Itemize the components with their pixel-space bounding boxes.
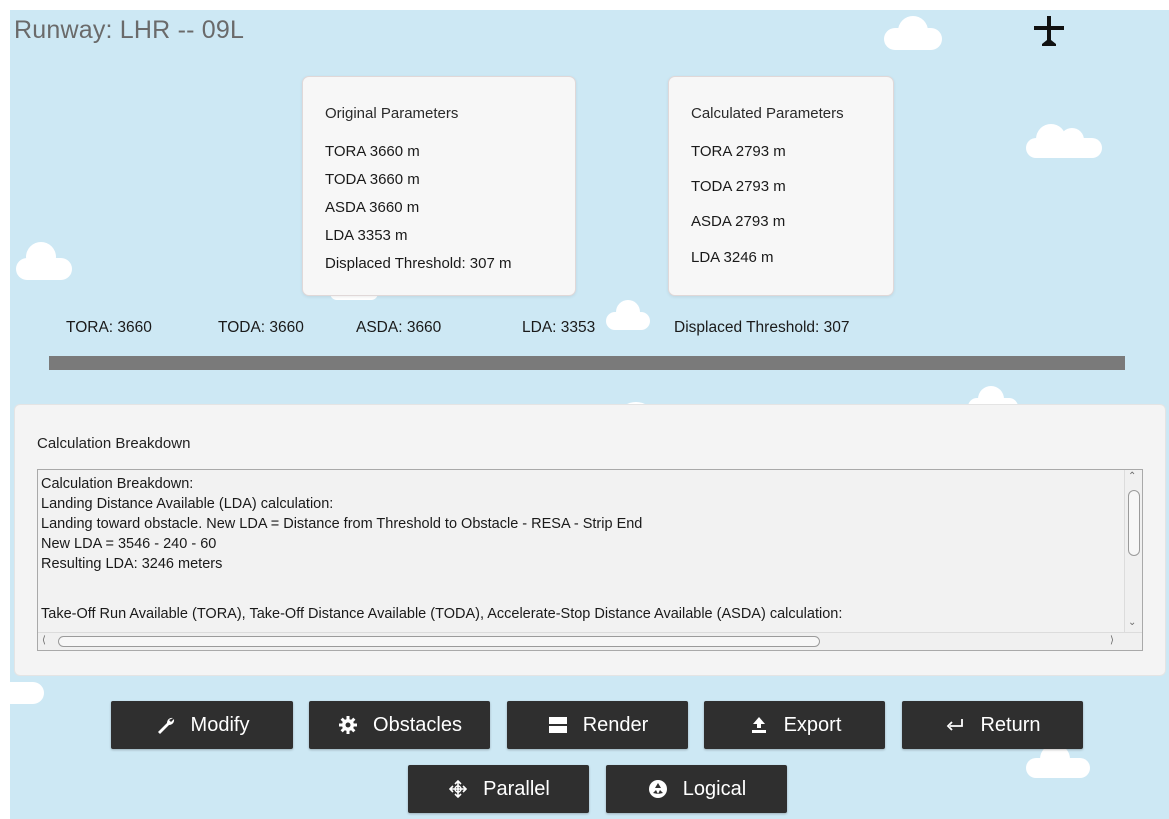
original-tora: TORA 3660 m	[325, 143, 420, 160]
cloud	[16, 240, 72, 280]
runway-label-tora: TORA: 3660	[66, 319, 152, 336]
scroll-up-icon[interactable]: ⌃	[1128, 472, 1136, 482]
vertical-scrollbar[interactable]: ⌃ ⌄	[1124, 470, 1142, 632]
scroll-right-icon[interactable]: ⟩	[1110, 636, 1114, 646]
runway-label-displaced-threshold: Displaced Threshold: 307	[674, 319, 850, 336]
scroll-left-icon[interactable]: ⟨	[42, 636, 46, 646]
parallel-label: Parallel	[483, 777, 550, 800]
page-title: Runway: LHR -- 09L	[14, 16, 245, 44]
original-displaced-threshold: Displaced Threshold: 307 m	[325, 255, 512, 272]
breakdown-line: Landing toward obstacle. New LDA = Dista…	[41, 516, 643, 532]
render-icon	[547, 714, 569, 736]
modify-label: Modify	[190, 713, 250, 736]
logical-button[interactable]: Logical	[606, 765, 787, 813]
runway-strip	[49, 356, 1125, 370]
original-asda: ASDA 3660 m	[325, 199, 420, 216]
calculated-parameters-heading: Calculated Parameters	[691, 105, 844, 122]
move-icon	[447, 778, 469, 800]
breakdown-line: Landing Distance Available (LDA) calcula…	[41, 496, 334, 512]
runway-label-asda: ASDA: 3660	[356, 319, 442, 336]
horizontal-scrollbar[interactable]: ⟨ ⟩	[38, 632, 1142, 650]
cloud	[1026, 744, 1090, 778]
upload-icon	[748, 714, 770, 736]
original-lda: LDA 3353 m	[325, 227, 408, 244]
breakdown-line: Take-Off Run Available (TORA), Take-Off …	[41, 606, 843, 622]
calculated-parameters-card: Calculated Parameters TORA 2793 m TODA 2…	[668, 76, 894, 296]
logical-label: Logical	[682, 777, 747, 800]
cloud	[1026, 122, 1102, 158]
render-button[interactable]: Render	[507, 701, 688, 749]
original-parameters-heading: Original Parameters	[325, 105, 459, 122]
render-label: Render	[582, 713, 649, 736]
calculation-breakdown-title: Calculation Breakdown	[37, 435, 191, 452]
export-button[interactable]: Export	[704, 701, 885, 749]
parallel-button[interactable]: Parallel	[408, 765, 589, 813]
breakdown-line: Resulting LDA: 3246 meters	[41, 556, 223, 572]
horizontal-scroll-thumb[interactable]	[58, 636, 820, 647]
original-parameters-card: Original Parameters TORA 3660 m TODA 366…	[302, 76, 576, 296]
return-label: Return	[980, 713, 1041, 736]
calculated-tora: TORA 2793 m	[691, 143, 786, 160]
breakdown-line: Calculation Breakdown:	[41, 476, 194, 492]
plane-icon	[1032, 14, 1066, 48]
recycle-icon	[647, 778, 669, 800]
calculation-breakdown-panel: Calculation Breakdown Calculation Breakd…	[14, 404, 1166, 676]
breakdown-line: New LDA = 3546 - 240 - 60	[41, 536, 217, 552]
export-label: Export	[783, 713, 842, 736]
obstacles-button[interactable]: Obstacles	[309, 701, 490, 749]
return-button[interactable]: Return	[902, 701, 1083, 749]
original-toda: TODA 3660 m	[325, 171, 420, 188]
obstacles-label: Obstacles	[373, 713, 462, 736]
calculated-lda: LDA 3246 m	[691, 249, 774, 266]
return-arrow-icon	[944, 714, 966, 736]
modify-button[interactable]: Modify	[111, 701, 293, 749]
gear-icon	[337, 714, 359, 736]
vertical-scroll-thumb[interactable]	[1128, 490, 1140, 556]
runway-label-toda: TODA: 3660	[218, 319, 304, 336]
cloud	[10, 674, 44, 704]
calculated-asda: ASDA 2793 m	[691, 213, 786, 230]
calculated-toda: TODA 2793 m	[691, 178, 786, 195]
runway-label-lda: LDA: 3353	[522, 319, 596, 336]
calculation-breakdown-textarea[interactable]: Calculation Breakdown: Landing Distance …	[37, 469, 1143, 651]
scroll-down-icon[interactable]: ⌄	[1128, 618, 1136, 628]
cloud	[606, 300, 650, 330]
wrench-icon	[155, 714, 177, 736]
cloud	[884, 14, 942, 50]
